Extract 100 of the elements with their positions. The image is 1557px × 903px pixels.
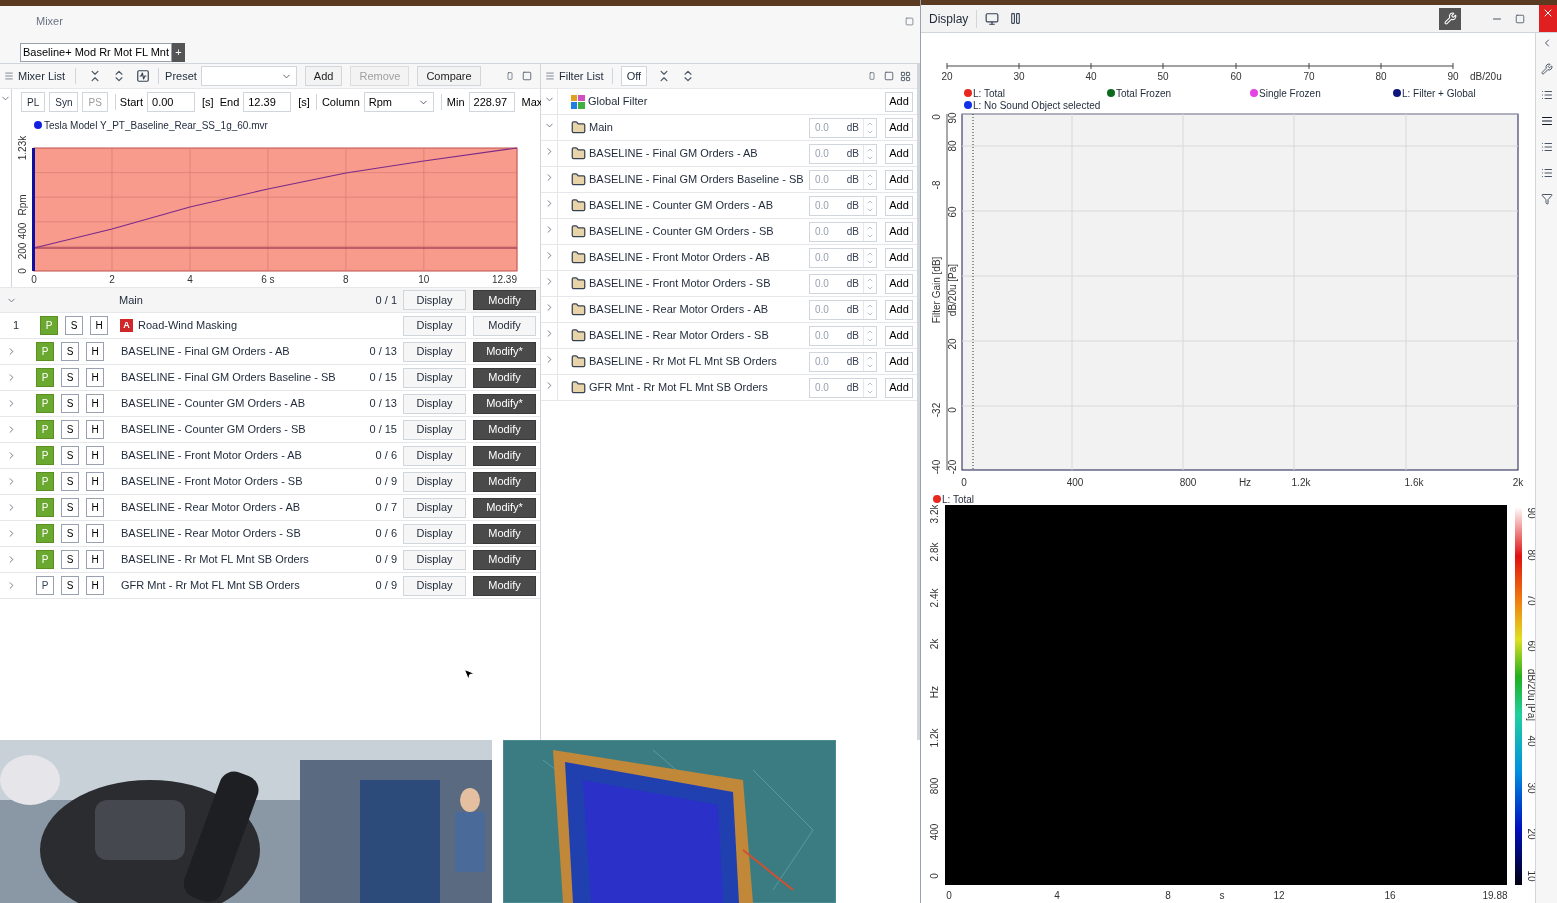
display-button[interactable]: Display [403,497,466,518]
toggle-button[interactable]: PL [21,92,46,112]
menu-icon[interactable] [545,71,555,81]
gain-field[interactable]: 0.0 dB [809,351,877,372]
h-toggle[interactable]: H [86,576,104,595]
add-button[interactable]: Add [885,299,913,320]
modify-button[interactable]: Modify* [473,497,536,518]
h-toggle[interactable]: H [86,446,104,465]
s-toggle[interactable]: S [61,446,79,465]
h-toggle[interactable]: H [86,394,104,413]
close-button[interactable] [1539,5,1557,32]
maximize-icon[interactable] [522,71,532,81]
modify-button[interactable]: Modify* [473,393,536,414]
s-toggle[interactable]: S [61,342,79,361]
modify-button[interactable]: Modify [473,445,536,466]
s-toggle[interactable]: S [61,394,79,413]
s-toggle[interactable]: S [61,576,79,595]
display-button[interactable]: Display [403,471,466,492]
list-icon[interactable] [1540,167,1553,179]
gain-field[interactable]: 0.0 dB [809,169,877,190]
display-button[interactable]: Display [403,419,466,440]
gain-field[interactable]: 0.0 dB [809,143,877,164]
add-button[interactable]: Add [885,169,913,190]
display-button[interactable]: Display [403,523,466,544]
toggle-button[interactable]: Syn [49,92,79,112]
gain-field[interactable]: 0.0 dB [809,377,877,398]
chart-icon[interactable] [136,69,151,83]
display-button[interactable]: Display [403,575,466,596]
list-icon[interactable] [1540,141,1553,153]
modify-button[interactable]: Modify [473,549,536,570]
restore-icon[interactable] [905,16,914,26]
display-button[interactable]: Display [403,549,466,570]
add-button[interactable]: Add [885,377,913,398]
add-button[interactable]: Add [885,91,913,112]
display-button[interactable]: Display [403,290,466,310]
modify-button[interactable]: Modify [473,419,536,440]
gain-field[interactable]: 0.0 dB [809,325,877,346]
gain-field[interactable]: 0.0 dB [809,247,877,268]
filter-icon[interactable] [1540,193,1553,205]
maximize-icon[interactable] [884,71,894,81]
h-toggle[interactable]: H [86,368,104,387]
add-button[interactable]: Add [885,273,913,294]
min-field[interactable]: 228.97 [468,92,515,112]
s-toggle[interactable]: S [61,524,79,543]
start-field[interactable]: 0.00 [147,92,196,112]
h-toggle[interactable]: H [86,472,104,491]
column-dropdown[interactable]: Rpm [363,92,434,112]
settings-button[interactable] [1439,7,1461,30]
modify-button[interactable]: Modify [473,575,536,596]
display-button[interactable]: Display [403,393,466,414]
add-button[interactable]: Add [885,221,913,242]
h-toggle[interactable]: H [86,498,104,517]
modify-button[interactable]: Modify [473,367,536,388]
modify-button[interactable]: Modify [473,471,536,492]
h-toggle[interactable]: H [90,316,108,335]
modify-button[interactable]: Modify* [473,341,536,362]
p-toggle[interactable]: P [36,576,54,595]
display-button[interactable]: Display [403,445,466,466]
display-button[interactable]: Display [403,367,466,388]
chevron-right-icon[interactable] [6,502,17,513]
h-toggle[interactable]: H [86,420,104,439]
layout-icon[interactable] [900,70,911,82]
add-button[interactable]: Add [885,351,913,372]
s-toggle[interactable]: S [61,368,79,387]
gain-field[interactable]: 0.0 dB [809,117,877,138]
display-button[interactable]: Display [403,341,466,362]
pause-icon[interactable] [1009,12,1023,25]
gain-field[interactable]: 0.0 dB [809,273,877,294]
modify-button[interactable]: Modify [473,290,536,310]
display-button[interactable]: Display [403,315,466,336]
h-toggle[interactable]: H [86,550,104,569]
restore-icon[interactable] [1515,13,1525,24]
add-button[interactable]: Add [885,195,913,216]
wrench-icon[interactable] [1540,63,1553,75]
preset-dropdown[interactable] [200,66,297,86]
list-icon[interactable] [1540,89,1553,101]
s-toggle[interactable]: S [61,420,79,439]
h-toggle[interactable]: H [86,342,104,361]
end-field[interactable]: 12.39 [243,92,292,112]
add-button[interactable]: Add [885,143,913,164]
toolbar-button[interactable]: Compare [417,66,481,86]
add-tab-button[interactable]: + [172,43,185,62]
add-button[interactable]: Add [885,117,913,138]
gain-field[interactable]: 0.0 dB [809,195,877,216]
modify-button[interactable]: Modify [473,523,536,544]
tab[interactable]: Baseline+ Mod Rr Mot FL Mnt [20,43,172,62]
gain-field[interactable]: 0.0 dB [809,299,877,320]
list-icon[interactable] [1540,115,1553,127]
h-toggle[interactable]: H [86,524,104,543]
modify-button[interactable]: Modify [473,315,536,336]
menu-icon[interactable] [4,71,14,81]
off-button[interactable]: Off [620,66,648,86]
gain-field[interactable]: 0.0 dB [809,221,877,242]
s-toggle[interactable]: S [65,316,83,335]
s-toggle[interactable]: S [61,550,79,569]
monitor-icon[interactable] [985,11,1000,26]
toolbar-button[interactable]: Add [304,66,343,86]
s-toggle[interactable]: S [61,498,79,517]
s-toggle[interactable]: S [61,472,79,491]
add-button[interactable]: Add [885,325,913,346]
